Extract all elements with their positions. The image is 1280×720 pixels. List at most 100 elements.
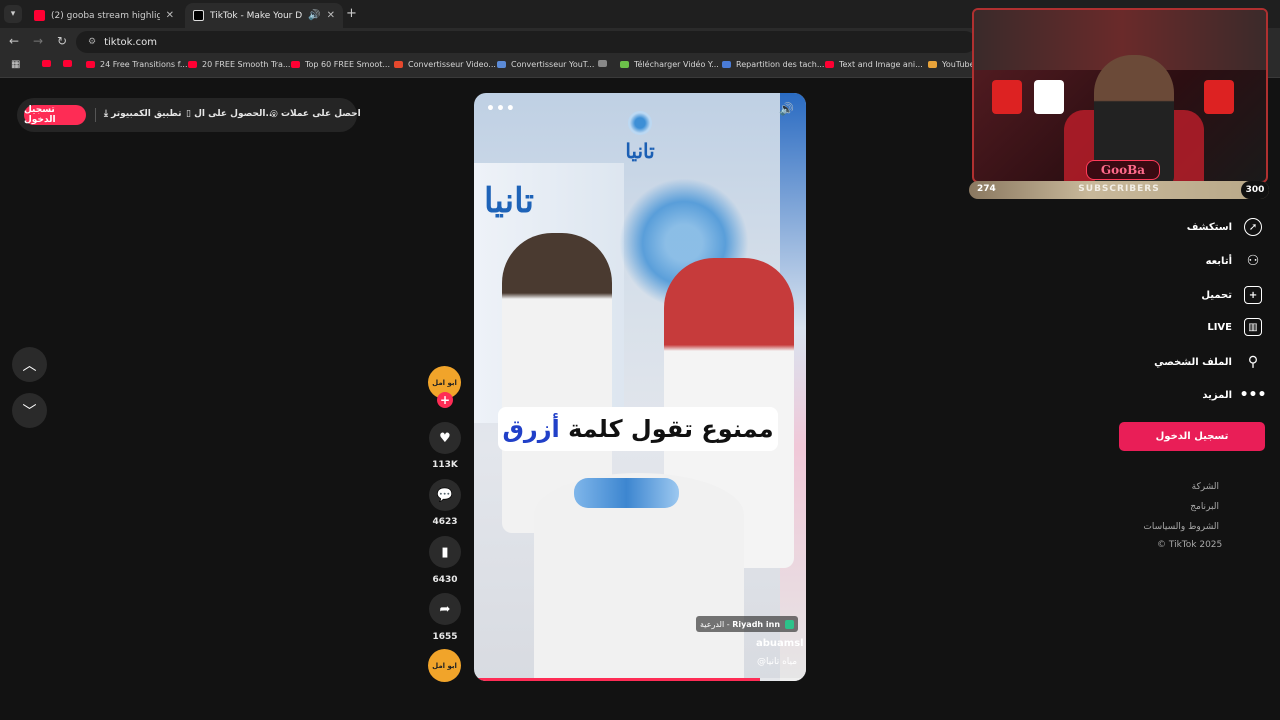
- bookmark-item[interactable]: [63, 60, 77, 67]
- sidebar-item-explore[interactable]: ➚ استكشف: [1187, 218, 1262, 236]
- bookmark-label: Convertisseur YouT...: [511, 60, 595, 69]
- chevron-up-icon: ︿: [22, 357, 37, 374]
- video-handle[interactable]: @مياه تانيا: [757, 657, 797, 667]
- sidebar-item-label: الملف الشخصي: [1154, 356, 1232, 368]
- subscriber-goal: 300: [1241, 181, 1269, 199]
- streamer-webcam: GooBa: [972, 8, 1268, 183]
- tab-search-icon[interactable]: ▾: [4, 5, 22, 23]
- sidebar-item-upload[interactable]: + تحميل: [1201, 286, 1262, 304]
- next-video-button[interactable]: ﹀: [12, 393, 47, 428]
- get-app-label: الحصول على ال...: [194, 109, 276, 119]
- bookmark-favicon-icon: [63, 60, 72, 67]
- bookmark-label: Top 60 FREE Smoot...: [305, 60, 391, 69]
- video-progress-fill: [474, 678, 760, 681]
- jersey-decoration: [1204, 80, 1234, 114]
- bookmark-favicon-icon: [722, 61, 731, 68]
- close-icon[interactable]: ✕: [327, 10, 335, 21]
- apps-grid-icon[interactable]: ▦: [11, 59, 20, 70]
- bookmark-favicon-icon: [86, 61, 95, 68]
- footer-link-terms[interactable]: الشروط والسياسات: [1143, 522, 1219, 532]
- tab-title: (2) gooba stream highlights - Y: [51, 10, 160, 21]
- phone-icon: ▯: [186, 109, 191, 119]
- back-arrow-icon[interactable]: ←: [9, 34, 19, 48]
- bookmark-item[interactable]: Repartition des tach...: [722, 60, 824, 69]
- sidebar-item-more[interactable]: ••• المزيد: [1202, 386, 1267, 404]
- volume-icon[interactable]: 🔊: [779, 102, 794, 116]
- desktop-app-link[interactable]: ⤓ تطبيق الكمبيوتر: [104, 109, 182, 119]
- save-button[interactable]: ▮: [429, 536, 461, 568]
- sidebar-item-live[interactable]: ▥ LIVE: [1207, 318, 1262, 336]
- bookmark-item[interactable]: Text and Image ani...: [825, 60, 923, 69]
- footer-link-program[interactable]: البرنامج: [1190, 502, 1219, 512]
- footer-link-company[interactable]: الشركة: [1192, 482, 1219, 492]
- sidebar-item-label: أتابعه: [1205, 255, 1232, 267]
- login-button-small[interactable]: تسجيل الدخول: [24, 105, 86, 125]
- bookmark-icon: ▮: [441, 544, 449, 560]
- jersey-decoration: [992, 80, 1022, 114]
- bookmark-item[interactable]: YouTube: [928, 60, 975, 69]
- bookmark-favicon-icon: [42, 60, 51, 67]
- bookmark-item[interactable]: Convertisseur YouT...: [497, 60, 594, 69]
- like-button[interactable]: ♥: [429, 422, 461, 454]
- banner-brand-text: تانيا: [484, 181, 534, 221]
- sidebar-item-following[interactable]: ⚇ أتابعه: [1206, 252, 1262, 270]
- url-text: tiktok.com: [104, 36, 157, 48]
- video-player[interactable]: تانيا تانيا ممنوع تقول كلمة أزرق ••• 🔊 ا…: [474, 93, 806, 681]
- previous-video-button[interactable]: ︿: [12, 347, 47, 382]
- bookmark-item[interactable]: [42, 60, 56, 67]
- bookmark-label: Text and Image ani...: [839, 60, 923, 69]
- brand-name: تانيا: [625, 139, 655, 163]
- bookmark-item[interactable]: Top 60 FREE Smoot...: [291, 60, 390, 69]
- upload-icon: +: [1244, 286, 1262, 304]
- copyright-text: © TikTok 2025: [1157, 540, 1223, 550]
- bookmark-item[interactable]: 24 Free Transitions f...: [86, 60, 188, 69]
- tiktok-icon: [193, 10, 204, 21]
- address-bar[interactable]: ⚙ tiktok.com: [76, 31, 976, 53]
- sidebar-item-label: LIVE: [1207, 321, 1232, 333]
- heart-icon: ♥: [439, 430, 451, 446]
- video-caption: ممنوع تقول كلمة أزرق: [498, 407, 778, 451]
- location-tag[interactable]: الدرعية - Riyadh inn: [696, 616, 799, 632]
- more-icon: •••: [1239, 387, 1267, 403]
- compass-icon: ➚: [1244, 218, 1262, 236]
- save-count: 6430: [432, 575, 458, 585]
- reload-icon[interactable]: ↻: [57, 34, 67, 48]
- sidebar-item-label: استكشف: [1186, 221, 1232, 233]
- site-settings-icon[interactable]: ⚙: [88, 37, 96, 47]
- bookmark-item[interactable]: 20 FREE Smooth Tra...: [188, 60, 290, 69]
- sidebar-item-profile[interactable]: ⚲ الملف الشخصي: [1154, 353, 1262, 371]
- more-options-icon[interactable]: •••: [486, 101, 516, 117]
- sidebar-item-label: المزيد: [1202, 389, 1232, 401]
- close-icon[interactable]: ✕: [166, 10, 174, 21]
- follow-button[interactable]: +: [437, 392, 453, 408]
- bookmark-item[interactable]: [598, 60, 612, 67]
- bookmark-item[interactable]: Convertisseur Video...: [394, 60, 496, 69]
- login-button[interactable]: تسجيل الدخول: [1119, 422, 1265, 451]
- forward-arrow-icon[interactable]: →: [33, 34, 43, 48]
- comment-icon: 💬: [436, 487, 454, 503]
- share-icon: ➦: [439, 601, 451, 617]
- flower-logo-icon: [628, 111, 652, 135]
- tab-tiktok[interactable]: TikTok - Make Your Day 🔊 ✕: [185, 3, 343, 28]
- caption-highlight: أزرق: [502, 415, 560, 443]
- divider: [95, 108, 96, 122]
- tab-gooba-highlights[interactable]: (2) gooba stream highlights - Y ✕: [26, 3, 182, 28]
- speaker-icon[interactable]: 🔊: [308, 10, 320, 21]
- comment-button[interactable]: 💬: [429, 479, 461, 511]
- video-progress-bar[interactable]: [474, 678, 806, 681]
- bookmark-item[interactable]: Télécharger Vidéo Y...: [620, 60, 719, 69]
- bookmark-favicon-icon: [825, 61, 834, 68]
- bookmark-favicon-icon: [620, 61, 629, 68]
- get-app-link[interactable]: ▯ الحصول على ال...: [186, 109, 276, 119]
- bookmark-favicon-icon: [188, 61, 197, 68]
- water-bottles: [574, 478, 679, 508]
- get-coins-link[interactable]: ◎ احصل على عملات: [270, 109, 361, 119]
- bookmark-favicon-icon: [598, 60, 607, 67]
- share-button[interactable]: ➦: [429, 593, 461, 625]
- new-tab-button[interactable]: +: [346, 6, 357, 21]
- neon-sign: GooBa: [1086, 160, 1160, 180]
- like-count: 113K: [432, 460, 458, 470]
- youtube-icon: [34, 10, 45, 21]
- sound-avatar[interactable]: ابو امل: [428, 649, 461, 682]
- video-author[interactable]: abuamsl: [756, 638, 804, 649]
